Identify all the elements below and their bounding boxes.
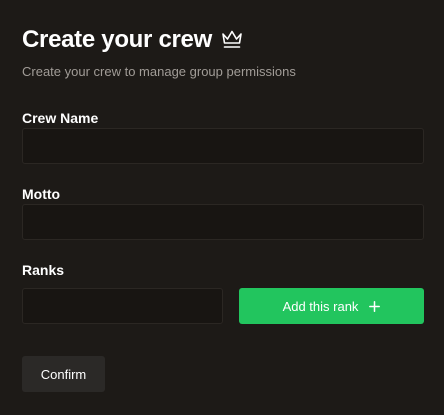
create-crew-panel: Create your crew Create your crew to man… <box>22 26 424 392</box>
page-title: Create your crew <box>22 26 212 53</box>
page-subtitle: Create your crew to manage group permiss… <box>22 64 296 79</box>
crew-name-label: Crew Name <box>22 110 99 126</box>
motto-label: Motto <box>22 186 61 202</box>
add-rank-button-label: Add this rank <box>282 298 359 314</box>
crown-icon <box>221 29 243 49</box>
confirm-button[interactable]: Confirm <box>22 356 105 392</box>
ranks-label: Ranks <box>22 262 65 278</box>
motto-input[interactable] <box>22 204 424 240</box>
crew-name-input[interactable] <box>22 128 424 164</box>
plus-icon <box>369 298 381 315</box>
title-row: Create your crew <box>22 26 424 54</box>
rank-input[interactable] <box>22 288 223 324</box>
add-rank-button[interactable]: Add this rank <box>239 288 424 324</box>
